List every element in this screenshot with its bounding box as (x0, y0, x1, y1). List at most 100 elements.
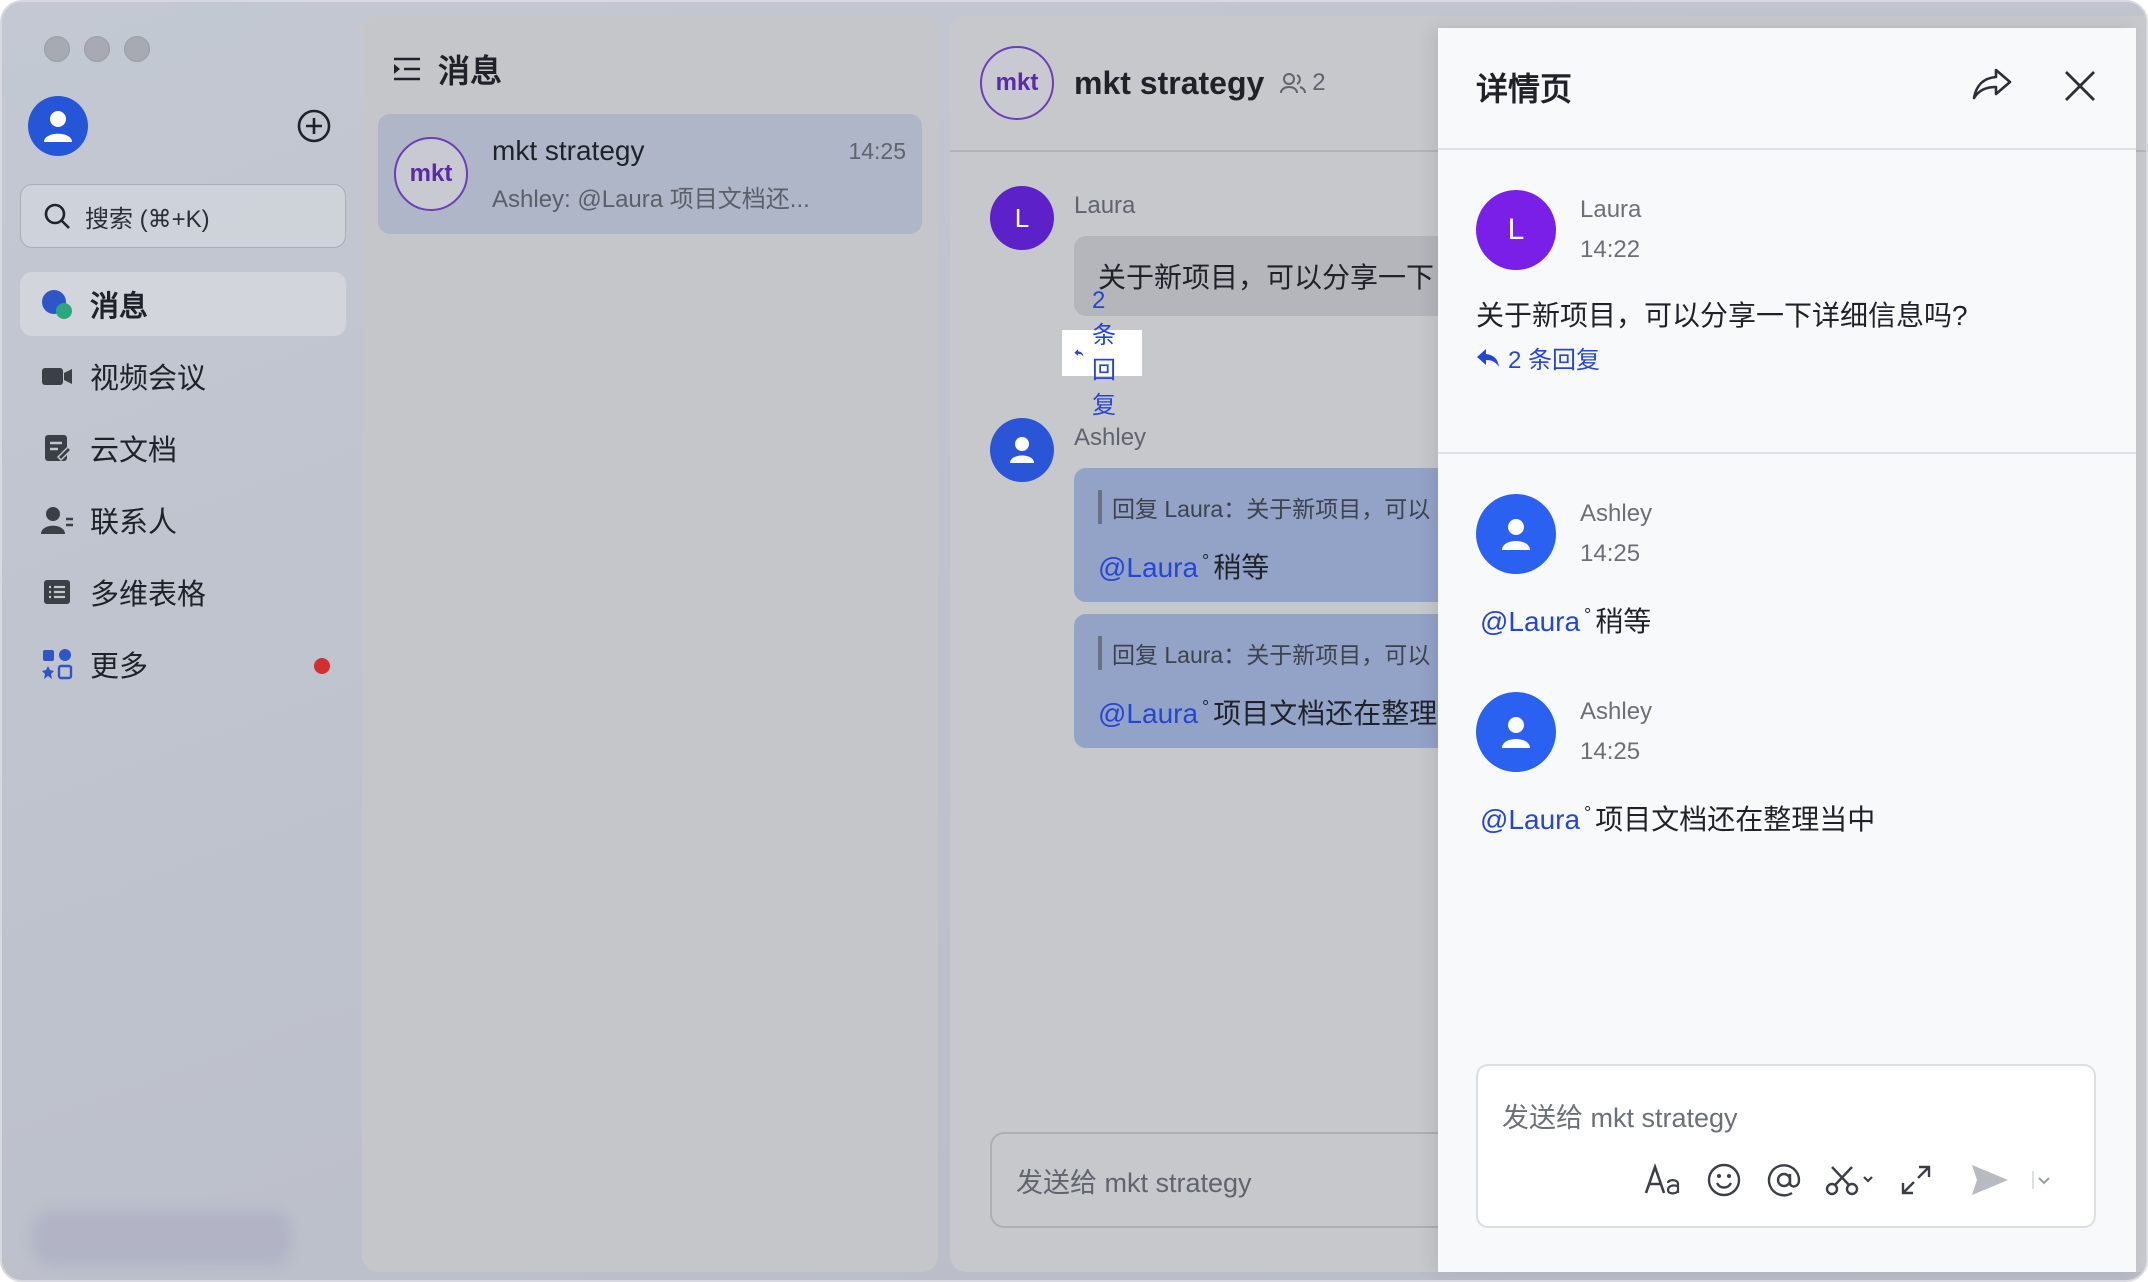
mention-button[interactable] (1762, 1158, 1806, 1202)
thread-replies-link[interactable]: 2 条回复 (1476, 340, 1600, 375)
thread-replies-link[interactable]: 2 条回复 (1062, 287, 1142, 419)
contacts-icon (40, 503, 74, 537)
plus-circle-icon (297, 109, 331, 143)
message-text: @Laura ° 稍等 (1480, 600, 1651, 640)
expand-button[interactable] (1894, 1158, 1938, 1202)
text-format-icon (1644, 1163, 1680, 1195)
emoji-button[interactable] (1702, 1158, 1746, 1202)
conversation-avatar: mkt (394, 137, 468, 211)
panel-title: 详情页 (1476, 71, 1573, 107)
scissors-icon (1825, 1166, 1873, 1196)
reply-arrow-icon (1074, 349, 1084, 357)
sidebar-item-label: 视频会议 (90, 363, 207, 395)
avatar[interactable]: L (1476, 190, 1556, 270)
message-time: 14:25 (1580, 540, 1641, 567)
reply-count: 2 条回复 (1508, 347, 1601, 374)
thread-root-message: L Laura 14:22 关于新项目，可以分享一下详细信息吗? 2 条回复 (1476, 190, 1968, 374)
input-toolbar (1642, 1158, 2072, 1202)
message-list-header: 消息 (392, 46, 502, 92)
expand-icon (1901, 1165, 1931, 1195)
user-icon (1010, 437, 1034, 463)
emoji-icon (1707, 1163, 1741, 1197)
sender-name: Ashley (1580, 698, 1653, 725)
search-icon (44, 203, 70, 229)
message-ashley: Ashley 回复 Laura：关于新项目，可以 @Laura ° 稍等 回复 La… (990, 418, 1574, 748)
member-count[interactable]: 2 (1280, 69, 1326, 97)
search-input[interactable]: 搜索 (⌘+K) (20, 184, 346, 248)
chat-bubbles-icon (40, 287, 74, 321)
sender-name: Ashley (1074, 424, 1147, 451)
sender-name: Laura (1074, 192, 1136, 219)
sidebar-item-base[interactable]: 多维表格 (20, 560, 346, 624)
table-icon (40, 575, 74, 609)
message-text: 关于新项目，可以分享一下 (1098, 262, 1435, 293)
format-text-button[interactable] (1642, 1158, 1686, 1202)
collapse-list-icon[interactable] (392, 56, 422, 82)
page-title: 消息 (438, 53, 503, 89)
input-placeholder: 发送给 mkt strategy (1016, 1167, 1252, 1198)
reply-input[interactable]: 发送给 mkt strategy (1476, 1064, 2096, 1228)
message-body: 项目文档还在整理 (1213, 698, 1438, 729)
avatar[interactable] (1476, 494, 1556, 574)
message-laura: L Laura 关于新项目，可以分享一下 2 条回复 (990, 186, 1594, 419)
read-indicator: ° (1202, 696, 1210, 717)
thread-reply: Ashley 14:25 @Laura ° 项目文档还在整理当中 (1476, 692, 1875, 835)
user-icon (1502, 717, 1530, 748)
conversation-time: 14:25 (848, 138, 906, 164)
conversation-item[interactable]: mkt mkt strategy Ashley: @Laura 项目文档还...… (378, 114, 922, 234)
sidebar-item-label: 云文档 (90, 435, 178, 467)
read-indicator: ° (1202, 550, 1210, 571)
at-sign-icon (1767, 1164, 1801, 1197)
chat-header: mkt mkt strategy 2 (980, 46, 1326, 120)
divider (1438, 452, 2136, 454)
message-text: 关于新项目，可以分享一下详细信息吗? (1476, 300, 1968, 331)
screenshot-button[interactable] (1822, 1158, 1878, 1202)
mention[interactable]: @Laura (1098, 698, 1198, 729)
sidebar-item-cloud-docs[interactable]: 云文档 (20, 416, 346, 480)
avatar[interactable] (28, 96, 88, 156)
divider (1438, 148, 2136, 150)
close-button[interactable] (2058, 64, 2102, 108)
send-options-button[interactable] (2028, 1158, 2056, 1202)
mention[interactable]: @Laura (1480, 606, 1580, 637)
send-button[interactable] (1968, 1158, 2012, 1202)
sidebar-item-label: 更多 (90, 651, 149, 683)
sidebar-item-contacts[interactable]: 联系人 (20, 488, 346, 552)
thread-reply: Ashley 14:25 @Laura ° 稍等 (1476, 494, 1652, 637)
close-icon (2065, 71, 2095, 101)
sidebar-nav: 消息 视频会议 云文档 联系人 多维表格 更多 (20, 272, 346, 704)
user-icon (1502, 519, 1530, 550)
search-placeholder: 搜索 (⌘+K) (85, 205, 210, 233)
add-button[interactable] (294, 106, 334, 146)
video-camera-icon (40, 359, 74, 393)
sidebar-item-more[interactable]: 更多 (20, 632, 346, 696)
share-button[interactable] (1970, 62, 2018, 110)
avatar[interactable]: L (990, 186, 1054, 250)
user-icon (44, 111, 72, 142)
chevron-down-icon (2032, 1171, 2050, 1189)
message-body: 稍等 (1213, 552, 1270, 583)
mention[interactable]: @Laura (1480, 804, 1580, 835)
sidebar-item-video-meeting[interactable]: 视频会议 (20, 344, 346, 408)
share-icon (1972, 68, 2012, 100)
conversation-name: mkt strategy (492, 134, 645, 166)
member-count-value: 2 (1312, 69, 1326, 96)
cloud-document-icon (40, 431, 74, 465)
message-text: @Laura ° 项目文档还在整理当中 (1480, 798, 1875, 838)
group-avatar[interactable]: mkt (980, 46, 1054, 120)
chat-title: mkt strategy (1074, 64, 1265, 101)
app-window: 搜索 (⌘+K) 消息 视频会议 云文档 联系人 多维表格 更多 消息 mkt … (0, 0, 2148, 1282)
avatar[interactable] (990, 418, 1054, 482)
thread-detail-panel: 详情页 L Laura 14:22 关于新项目，可以分享一下详细信息吗? 2 条… (1438, 28, 2136, 1272)
apps-more-icon (40, 647, 74, 681)
sidebar: 搜索 (⌘+K) 消息 视频会议 云文档 联系人 多维表格 更多 (2, 2, 357, 1280)
sidebar-item-label: 多维表格 (90, 579, 207, 611)
send-icon (1972, 1165, 2008, 1195)
reply-count: 2 条回复 (1091, 286, 1116, 419)
message-body: 稍等 (1595, 606, 1652, 637)
mention[interactable]: @Laura (1098, 552, 1198, 583)
avatar[interactable] (1476, 692, 1556, 772)
sidebar-item-messages[interactable]: 消息 (20, 272, 346, 336)
read-indicator: ° (1584, 604, 1592, 625)
reply-arrow-icon (1477, 348, 1499, 367)
